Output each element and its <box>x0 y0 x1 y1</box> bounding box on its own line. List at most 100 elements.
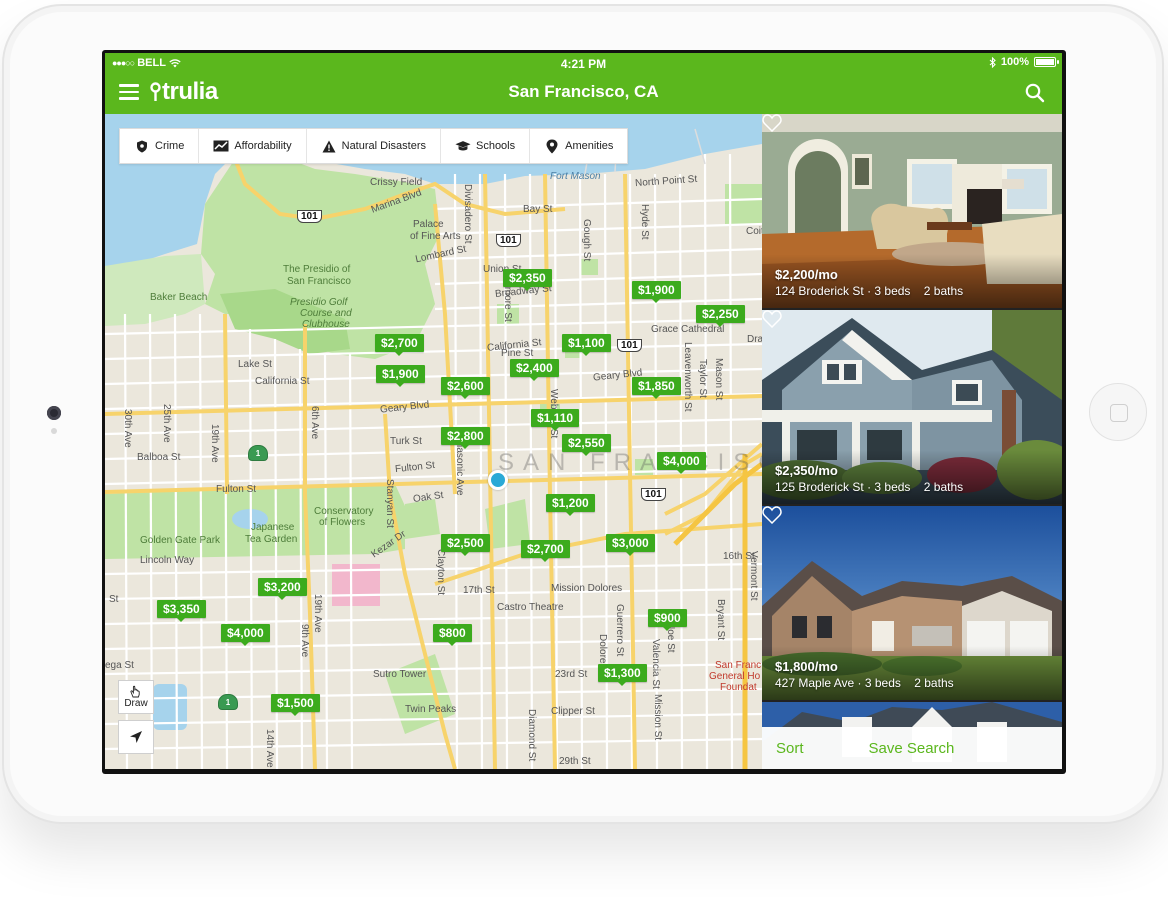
price-pin[interactable]: $2,800 <box>441 427 490 449</box>
heart-icon[interactable] <box>762 114 782 132</box>
map-label: Divisadero St <box>462 184 473 244</box>
screen: ●●●○○ BELL 4:21 PM 100% trulia San Franc… <box>102 50 1066 774</box>
map-cluster[interactable]: 1 <box>248 445 268 461</box>
price-pin[interactable]: $1,500 <box>271 694 320 716</box>
map-label: Leavenworth St <box>682 342 693 412</box>
location-arrow-icon <box>130 731 142 743</box>
price-pin[interactable]: $1,900 <box>632 281 681 303</box>
graduation-cap-icon <box>455 139 471 153</box>
price-pin[interactable]: $2,500 <box>441 534 490 556</box>
map-label: Clipper St <box>551 706 595 717</box>
location-pin-icon <box>544 139 560 153</box>
map-label: Bay St <box>523 204 553 215</box>
filter-label: Schools <box>475 140 516 152</box>
price-pin[interactable]: $1,110 <box>531 409 580 431</box>
price-pin[interactable]: $2,400 <box>510 359 559 381</box>
listing-price: $2,350/mo <box>775 463 838 478</box>
price-pin[interactable]: $4,000 <box>657 452 706 474</box>
home-button[interactable] <box>1089 383 1147 441</box>
filter-bar: Crime Affordability Natural Disasters Sc… <box>119 128 629 164</box>
price-pin[interactable]: $1,900 <box>376 365 425 387</box>
map-label: Dragon C <box>747 334 762 345</box>
map-cluster[interactable]: 1 <box>218 694 238 710</box>
map-label: Turk St <box>390 436 422 447</box>
map-label: 14th Ave <box>264 729 275 768</box>
filter-label: Amenities <box>565 140 614 152</box>
map-label: Gough St <box>581 219 592 262</box>
separator-space <box>914 480 921 494</box>
price-pin[interactable]: $2,600 <box>441 377 490 399</box>
sort-button[interactable]: Sort <box>776 740 804 757</box>
highway-shield: 101 <box>496 234 521 247</box>
filter-label: Natural Disasters <box>341 140 426 152</box>
map-label: Diamond St <box>526 709 537 762</box>
map-label: 6th Ave <box>309 406 320 440</box>
map-label: Clayton St <box>435 549 446 596</box>
listing-details: 124 Broderick St · 3 beds 2 baths <box>775 284 963 298</box>
price-pin[interactable]: $800 <box>433 624 472 646</box>
locate-me-button[interactable] <box>118 720 154 754</box>
map-view[interactable]: Crissy Field Marina Blvd Palace of Fine … <box>105 114 762 769</box>
price-pin[interactable]: $2,700 <box>375 334 424 356</box>
draw-button[interactable]: Draw <box>118 680 154 714</box>
price-pin[interactable]: $2,700 <box>521 540 570 562</box>
draw-label: Draw <box>124 698 148 709</box>
price-pin[interactable]: $3,000 <box>606 534 655 556</box>
listing-beds: 3 beds <box>874 480 911 494</box>
filter-crime[interactable]: Crime <box>120 129 200 163</box>
filter-label: Crime <box>155 140 185 152</box>
map-label: Fort Mason <box>550 171 601 182</box>
search-icon[interactable] <box>1024 82 1046 104</box>
map-label: The Presidio of <box>283 264 351 275</box>
price-pin[interactable]: $1,100 <box>562 334 611 356</box>
price-pin[interactable]: $2,250 <box>696 305 745 327</box>
map-label: Balboa St <box>137 452 181 463</box>
price-pin[interactable]: $1,300 <box>598 664 647 686</box>
map-label: 9th Ave <box>299 624 310 658</box>
map-label: Vermont St <box>748 551 759 601</box>
chart-icon <box>213 139 229 153</box>
price-pin[interactable]: $900 <box>648 609 687 631</box>
warning-icon <box>321 139 337 153</box>
separator-space <box>904 676 911 690</box>
shield-icon <box>134 139 150 153</box>
highway-shield: 101 <box>617 339 642 352</box>
map-label: Lincoln Way <box>140 555 195 566</box>
heart-icon[interactable] <box>762 506 782 524</box>
map-label: Course and <box>300 308 352 319</box>
map-label: Tea Garden <box>245 534 298 545</box>
listing-address: 125 Broderick St <box>775 480 864 494</box>
map-label: of Flowers <box>319 517 366 528</box>
price-pin[interactable]: $1,200 <box>546 494 595 516</box>
save-search-button[interactable]: Save Search <box>869 740 955 757</box>
listing-details: 125 Broderick St · 3 beds 2 baths <box>775 480 963 494</box>
listing-card[interactable]: $2,200/mo 124 Broderick St · 3 beds 2 ba… <box>762 114 1062 308</box>
map-label: Pine St <box>501 348 534 359</box>
listing-card[interactable]: $2,350/mo 125 Broderick St · 3 beds 2 ba… <box>762 310 1062 504</box>
map-label: Hyde St <box>639 204 650 240</box>
price-pin[interactable]: $1,850 <box>632 377 681 399</box>
filter-amenities[interactable]: Amenities <box>530 129 627 163</box>
map-label: Guerrero St <box>614 604 625 657</box>
filter-affordability[interactable]: Affordability <box>199 129 307 163</box>
listing-price: $1,800/mo <box>775 659 838 674</box>
listing-address: 124 Broderick St <box>775 284 864 298</box>
map-label: Mission St <box>652 694 663 741</box>
filter-natural-disasters[interactable]: Natural Disasters <box>307 129 441 163</box>
filter-schools[interactable]: Schools <box>441 129 531 163</box>
price-pin[interactable]: $2,350 <box>503 269 552 291</box>
listing-baths: 2 baths <box>923 480 964 494</box>
map-label: Fulton St <box>216 484 257 495</box>
price-pin[interactable]: $2,550 <box>562 434 611 456</box>
map-label: Lake St <box>238 359 272 370</box>
price-pin[interactable]: $3,350 <box>157 600 206 622</box>
listing-card[interactable]: $1,800/mo 427 Maple Ave · 3 beds 2 baths <box>762 506 1062 700</box>
filter-label: Affordability <box>234 140 292 152</box>
map-label: General Ho <box>709 671 761 682</box>
price-pin[interactable]: $3,200 <box>258 578 307 600</box>
listing-beds: 3 beds <box>874 284 911 298</box>
listing-price: $2,200/mo <box>775 267 838 282</box>
heart-icon[interactable] <box>762 310 782 328</box>
price-pin[interactable]: $4,000 <box>221 624 270 646</box>
map-label: Taylor St <box>697 359 708 398</box>
